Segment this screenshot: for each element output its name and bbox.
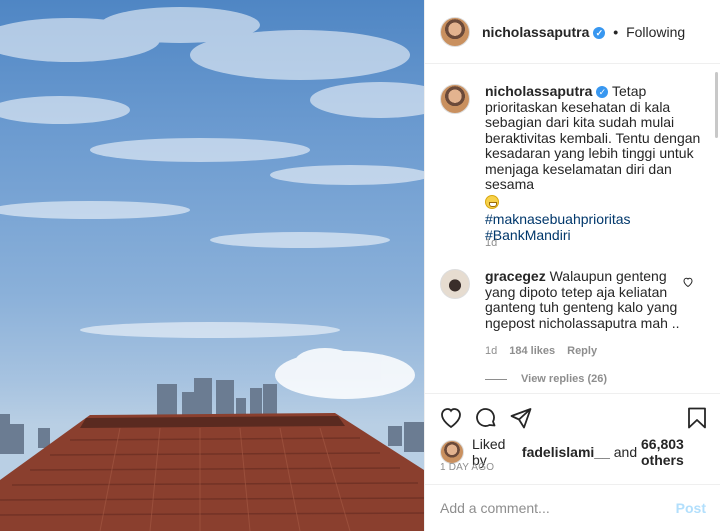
- separator-dot: •: [613, 23, 619, 40]
- caption-text-block: nicholassaputra ✓ Tetap prioritaskan kese…: [485, 83, 703, 244]
- hashtag-link[interactable]: #maknasebuahprioritas: [485, 211, 703, 228]
- following-button[interactable]: Following: [626, 24, 685, 40]
- liked-by-conj: and: [613, 444, 638, 460]
- comment-input[interactable]: [440, 500, 676, 516]
- replies-divider: [485, 378, 507, 380]
- post-comment-button[interactable]: Post: [676, 500, 706, 516]
- post-photo[interactable]: [0, 0, 424, 531]
- photo-illustration: [0, 7, 424, 531]
- liker-username[interactable]: fadelislami__: [522, 444, 610, 460]
- comment-time[interactable]: 1d: [485, 345, 497, 357]
- liker-avatar[interactable]: [440, 440, 464, 464]
- post-side-panel: nicholassaputra ✓ • Following nicholassap…: [424, 0, 720, 531]
- author-header: nicholassaputra ✓ • Following: [482, 24, 685, 40]
- comment-bubble-icon[interactable]: [474, 406, 498, 430]
- likes-count[interactable]: 66,803 others: [641, 436, 720, 468]
- hashtag-link[interactable]: #BankMandiri: [485, 227, 703, 244]
- commenter-avatar[interactable]: [440, 269, 470, 299]
- caption-author-avatar[interactable]: [440, 84, 470, 114]
- caption-username[interactable]: nicholassaputra: [485, 83, 592, 99]
- commenter-username[interactable]: gracegez: [485, 268, 546, 284]
- comment-meta: 1d 184 likes Reply: [485, 345, 597, 357]
- caption-text: Tetap prioritaskan kesehatan di kala seb…: [485, 83, 701, 192]
- reply-button[interactable]: Reply: [567, 345, 597, 357]
- like-heart-icon[interactable]: [439, 406, 463, 430]
- comment-likes[interactable]: 184 likes: [509, 345, 555, 357]
- comments-scrollbar[interactable]: [715, 72, 718, 138]
- view-replies-label: View replies (26): [521, 373, 608, 385]
- verified-badge-icon: ✓: [596, 86, 609, 98]
- share-send-icon[interactable]: [509, 406, 533, 430]
- save-bookmark-icon[interactable]: [685, 406, 709, 430]
- comments-list[interactable]: nicholassaputra ✓ Tetap prioritaskan kese…: [425, 64, 720, 392]
- view-replies-button[interactable]: View replies (26): [485, 373, 607, 385]
- author-username[interactable]: nicholassaputra: [482, 24, 589, 40]
- grinning-emoji-icon: [485, 194, 499, 209]
- add-comment-bar: Post: [425, 484, 720, 531]
- comment-like-heart-icon[interactable]: [682, 276, 694, 288]
- caption-time[interactable]: 1d: [485, 237, 497, 249]
- caption: nicholassaputra ✓ Tetap prioritaskan kese…: [440, 83, 708, 244]
- action-bar: [425, 393, 720, 433]
- verified-badge-icon: ✓: [593, 26, 606, 39]
- comment-item: gracegez Walaupun genteng yang dipoto te…: [440, 268, 708, 331]
- post-header: nicholassaputra ✓ • Following: [425, 0, 720, 64]
- author-avatar[interactable]: [440, 16, 470, 47]
- instagram-post-view: nicholassaputra ✓ • Following nicholassap…: [0, 0, 720, 531]
- comment-text-block: gracegez Walaupun genteng yang dipoto te…: [485, 268, 685, 331]
- post-age[interactable]: 1 DAY AGO: [440, 462, 494, 473]
